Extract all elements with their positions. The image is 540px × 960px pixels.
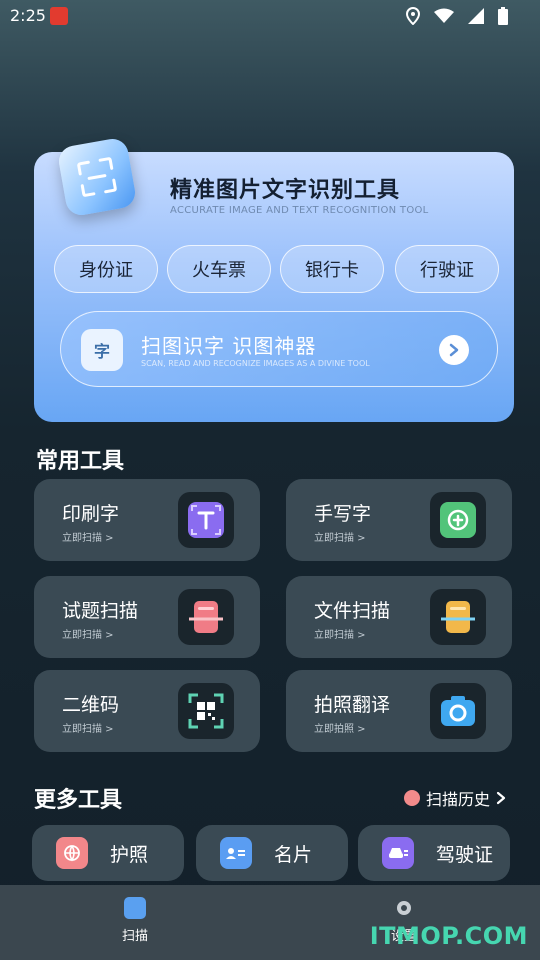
hero-title: 精准图片文字识别工具 xyxy=(170,178,401,203)
text-scan-icon: 字 xyxy=(81,329,123,371)
tool-name: 手写字 xyxy=(314,503,372,525)
passport-icon xyxy=(56,837,88,869)
print-text-icon xyxy=(178,492,234,548)
status-icons xyxy=(406,7,508,25)
signal-icon xyxy=(468,8,484,24)
scan-history-label: 扫描历史 xyxy=(425,790,490,809)
nav-scan[interactable]: 扫描 xyxy=(105,897,165,944)
tool-name: 印刷字 xyxy=(62,503,120,525)
chip-label: 护照 xyxy=(110,843,149,866)
chip-label: 驾驶证 xyxy=(436,843,494,866)
tool-exam-scan[interactable]: 试题扫描 立即扫描 > xyxy=(34,576,260,658)
doc-type-vehicle-license[interactable]: 行驶证 xyxy=(395,245,499,293)
status-time: 2:25 xyxy=(10,6,46,25)
tool-photo-translate[interactable]: 拍照翻译 立即拍照 > xyxy=(286,670,512,752)
common-tools-title: 常用工具 xyxy=(36,449,125,474)
doc-type-bank-card[interactable]: 银行卡 xyxy=(280,245,384,293)
chevron-right-icon xyxy=(496,791,506,805)
nav-scan-label: 扫描 xyxy=(121,929,148,944)
tool-action: 立即扫描 > xyxy=(62,630,114,641)
doc-type-train-ticket[interactable]: 火车票 xyxy=(167,245,271,293)
business-card-icon xyxy=(220,837,252,869)
scan-title: 扫图识字 识图神器 xyxy=(141,334,317,358)
qr-code-icon xyxy=(178,683,234,739)
watermark: ITMOP.COM xyxy=(369,922,528,950)
chip-label: 名片 xyxy=(274,843,313,866)
notification-app-icon xyxy=(50,7,68,25)
tool-action: 立即扫描 > xyxy=(314,533,366,544)
tool-action: 立即拍照 > xyxy=(314,724,366,735)
chevron-right-icon xyxy=(439,335,469,365)
tool-action: 立即扫描 > xyxy=(62,533,114,544)
battery-icon xyxy=(498,7,508,25)
driver-license-icon xyxy=(382,837,414,869)
scan-nav-icon xyxy=(124,897,146,919)
tool-name: 文件扫描 xyxy=(314,600,391,622)
handwriting-icon xyxy=(430,492,486,548)
tool-driver-license[interactable]: 驾驶证 xyxy=(358,825,510,881)
wifi-icon xyxy=(434,8,454,23)
tool-handwriting[interactable]: 手写字 立即扫描 > xyxy=(286,479,512,561)
location-icon xyxy=(406,7,420,25)
tool-name: 二维码 xyxy=(62,694,120,716)
bottom-nav: 扫描 设置 ITMOP.COM xyxy=(0,885,540,960)
tool-action: 立即扫描 > xyxy=(62,724,114,735)
tool-business-card[interactable]: 名片 xyxy=(196,825,348,881)
camera-icon xyxy=(430,683,486,739)
scan-subtitle: SCAN, READ AND RECOGNIZE IMAGES AS A DIV… xyxy=(141,359,370,368)
exam-scan-icon xyxy=(178,589,234,645)
tool-name: 拍照翻译 xyxy=(314,694,391,716)
more-tools-title: 更多工具 xyxy=(34,788,123,813)
tool-document-scan[interactable]: 文件扫描 立即扫描 > xyxy=(286,576,512,658)
tool-qr-code[interactable]: 二维码 立即扫描 > xyxy=(34,670,260,752)
status-bar: 2:25 xyxy=(0,0,540,32)
clock-icon xyxy=(403,790,420,806)
scan-recognize-button[interactable]: 字 扫图识字 识图神器 SCAN, READ AND RECOGNIZE IMA… xyxy=(60,311,498,387)
tool-passport[interactable]: 护照 xyxy=(32,825,184,881)
scan-logo-icon xyxy=(56,136,138,218)
hero-subtitle: ACCURATE IMAGE AND TEXT RECOGNITION TOOL xyxy=(170,205,429,216)
scan-history-link[interactable]: 扫描历史 xyxy=(403,786,506,810)
tool-name: 试题扫描 xyxy=(62,600,139,622)
gear-icon xyxy=(393,897,415,919)
scan-icon-char: 字 xyxy=(93,342,110,361)
document-scan-icon xyxy=(430,589,486,645)
tool-print-text[interactable]: 印刷字 立即扫描 > xyxy=(34,479,260,561)
tool-action: 立即扫描 > xyxy=(314,630,366,641)
doc-type-id-card[interactable]: 身份证 xyxy=(54,245,158,293)
